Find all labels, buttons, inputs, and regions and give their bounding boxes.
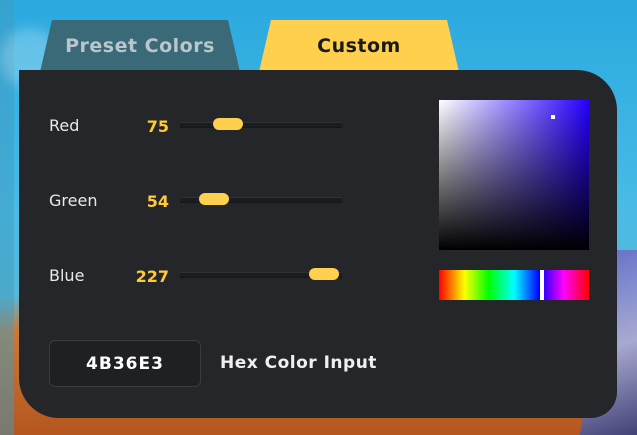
blue-slider[interactable] [180, 268, 342, 280]
green-value: 54 [146, 192, 169, 211]
blue-value: 227 [135, 267, 169, 286]
tab-custom-label: Custom [317, 35, 401, 57]
red-value: 75 [146, 117, 169, 136]
blue-slider-thumb[interactable] [309, 268, 340, 280]
hex-color-value: 4B36E3 [86, 353, 164, 374]
green-slider[interactable] [180, 193, 342, 205]
red-slider-thumb[interactable] [212, 118, 243, 130]
green-label: Green [49, 191, 98, 210]
red-label: Red [49, 116, 80, 135]
picker-marker[interactable] [551, 114, 555, 119]
saturation-brightness-picker[interactable] [439, 100, 589, 250]
hue-slider-marker[interactable] [539, 270, 544, 300]
tab-preset-colors[interactable]: Preset Colors [40, 20, 240, 72]
tab-preset-colors-label: Preset Colors [65, 35, 215, 57]
hue-slider[interactable] [439, 270, 589, 300]
hex-color-input-label: Hex Color Input [220, 353, 377, 373]
hex-color-input[interactable]: 4B36E3 [49, 340, 201, 387]
red-slider[interactable] [180, 118, 342, 130]
green-slider-thumb[interactable] [199, 193, 230, 205]
tab-custom[interactable]: Custom [259, 20, 459, 72]
picker-black-gradient [439, 100, 589, 250]
blue-label: Blue [49, 266, 85, 285]
